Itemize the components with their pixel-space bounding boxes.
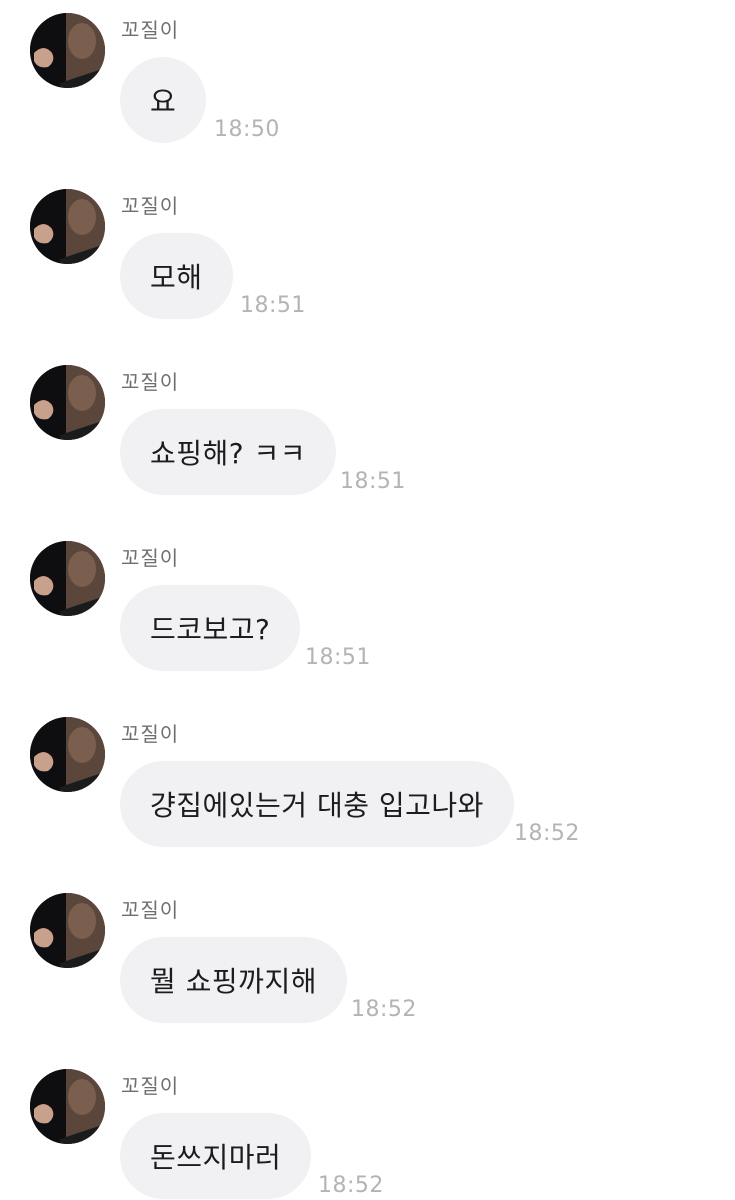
message-bubble[interactable]: 모해 — [120, 233, 233, 319]
message-bubble[interactable]: 쇼핑해? ㅋㅋ — [120, 409, 337, 495]
sender-name: 꼬질이 — [121, 194, 180, 218]
message-row: 꼬질이 뭘 쇼핑까지해 18:52 — [0, 880, 735, 1056]
message-timestamp: 18:52 — [318, 1173, 384, 1198]
message-bubble[interactable]: 뭘 쇼핑까지해 — [120, 937, 347, 1023]
sender-name: 꼬질이 — [121, 722, 180, 746]
message-bubble[interactable]: 드코보고? — [120, 585, 301, 671]
profile-photo-icon[interactable] — [30, 189, 105, 264]
message-text: 모해 — [150, 261, 203, 294]
profile-photo-icon[interactable] — [30, 893, 105, 968]
message-timestamp: 18:50 — [214, 117, 280, 142]
message-timestamp: 18:51 — [340, 469, 406, 494]
message-text: 드코보고? — [150, 613, 271, 646]
sender-name: 꼬질이 — [121, 370, 180, 394]
message-timestamp: 18:52 — [351, 997, 417, 1022]
sender-name: 꼬질이 — [121, 898, 180, 922]
profile-photo-icon[interactable] — [30, 1069, 105, 1144]
message-row: 꼬질이 돈쓰지마러 18:52 — [0, 1056, 735, 1200]
message-timestamp: 18:51 — [305, 645, 371, 670]
message-row: 꼬질이 쇼핑해? ㅋㅋ 18:51 — [0, 352, 735, 528]
message-row: 꼬질이 요 18:50 — [0, 0, 735, 176]
message-text: 뭘 쇼핑까지해 — [150, 965, 317, 998]
profile-photo-icon[interactable] — [30, 717, 105, 792]
message-row: 꼬질이 걍집에있는거 대충 입고나와 18:52 — [0, 704, 735, 880]
message-bubble[interactable]: 요 — [120, 57, 207, 143]
message-timestamp: 18:52 — [514, 821, 580, 846]
message-bubble[interactable]: 돈쓰지마러 — [120, 1113, 312, 1199]
message-row: 꼬질이 드코보고? 18:51 — [0, 528, 735, 704]
sender-name: 꼬질이 — [121, 546, 180, 570]
profile-photo-icon[interactable] — [30, 541, 105, 616]
message-text: 돈쓰지마러 — [150, 1141, 282, 1174]
message-text: 쇼핑해? ㅋㅋ — [150, 437, 307, 470]
sender-name: 꼬질이 — [121, 18, 180, 42]
message-timestamp: 18:51 — [240, 293, 306, 318]
message-text: 요 — [150, 85, 177, 118]
message-bubble[interactable]: 걍집에있는거 대충 입고나와 — [120, 761, 514, 847]
message-text: 걍집에있는거 대충 입고나와 — [150, 789, 484, 822]
message-row: 꼬질이 모해 18:51 — [0, 176, 735, 352]
chat-view: 꼬질이 요 18:50 꼬질이 모해 18:51 꼬질이 쇼핑해? ㅋㅋ 18:… — [0, 0, 735, 1200]
profile-photo-icon[interactable] — [30, 365, 105, 440]
profile-photo-icon[interactable] — [30, 13, 105, 88]
sender-name: 꼬질이 — [121, 1074, 180, 1098]
